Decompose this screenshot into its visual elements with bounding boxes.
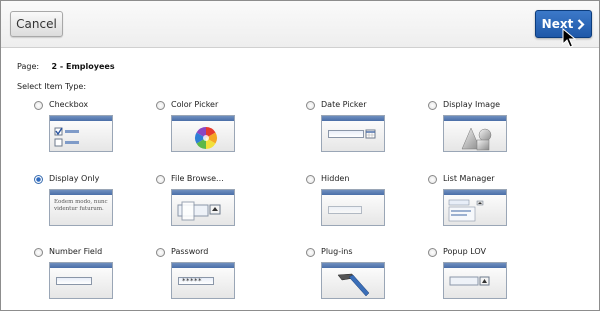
radio-list-manager[interactable] <box>428 175 437 184</box>
item-number-field[interactable]: Number Field <box>34 247 164 308</box>
item-label[interactable]: List Manager <box>443 174 495 183</box>
item-display-only[interactable]: Display Only Eodem modo, nunc videntur f… <box>34 174 164 235</box>
checkbox-thumbnail-icon <box>49 115 113 152</box>
item-label[interactable]: Checkbox <box>49 100 88 109</box>
list-manager-icon <box>443 189 507 226</box>
file-browse-icon <box>171 189 235 226</box>
radio-checkbox[interactable] <box>34 101 43 110</box>
calendar-icon <box>321 115 385 152</box>
radio-popup-lov[interactable] <box>428 248 437 257</box>
popup-lov-icon <box>443 262 507 299</box>
item-popup-lov[interactable]: Popup LOV <box>428 247 558 308</box>
item-file-browse[interactable]: File Browse... <box>156 174 286 235</box>
number-field-icon <box>49 262 113 299</box>
hidden-field-icon <box>321 189 385 226</box>
image-shapes-icon <box>443 115 507 152</box>
mouse-pointer-icon <box>562 28 576 48</box>
item-checkbox[interactable]: Checkbox <box>34 100 164 161</box>
item-hidden[interactable]: Hidden <box>306 174 436 235</box>
preview-text: Eodem modo, nunc videntur futurum. <box>54 199 108 212</box>
radio-hidden[interactable] <box>306 175 315 184</box>
item-label[interactable]: Popup LOV <box>443 247 486 256</box>
radio-display-only[interactable] <box>34 175 43 184</box>
select-item-type-label: Select Item Type: <box>17 82 87 91</box>
page-value: 2 - Employees <box>51 62 115 71</box>
hammer-icon <box>321 262 385 299</box>
radio-color-picker[interactable] <box>156 101 165 110</box>
item-label[interactable]: Display Image <box>443 100 500 109</box>
radio-plug-ins[interactable] <box>306 248 315 257</box>
item-label[interactable]: File Browse... <box>171 174 224 183</box>
radio-number-field[interactable] <box>34 248 43 257</box>
item-label[interactable]: Display Only <box>49 174 99 183</box>
cancel-button[interactable]: Cancel <box>10 11 63 37</box>
item-date-picker[interactable]: Date Picker <box>306 100 436 161</box>
page-label: Page: <box>17 62 40 71</box>
item-password[interactable]: Password ***** <box>156 247 286 308</box>
item-label[interactable]: Plug-ins <box>321 247 353 256</box>
masked-password: ***** <box>178 277 214 285</box>
radio-date-picker[interactable] <box>306 101 315 110</box>
item-plug-ins[interactable]: Plug-ins <box>306 247 436 308</box>
radio-file-browse[interactable] <box>156 175 165 184</box>
page-info: Page: 2 - Employees <box>17 62 115 71</box>
radio-password[interactable] <box>156 248 165 257</box>
item-color-picker[interactable]: Color Picker <box>156 100 286 161</box>
wizard-frame: Cancel Next Page: 2 - Employees Select I… <box>0 0 600 311</box>
chevron-right-icon <box>578 18 585 30</box>
item-label[interactable]: Color Picker <box>171 100 218 109</box>
item-display-image[interactable]: Display Image <box>428 100 558 161</box>
item-label[interactable]: Date Picker <box>321 100 367 109</box>
wizard-toolbar: Cancel Next <box>1 1 599 48</box>
item-label[interactable]: Number Field <box>49 247 102 256</box>
item-label[interactable]: Password <box>171 247 208 256</box>
color-wheel-icon <box>171 115 235 152</box>
item-label[interactable]: Hidden <box>321 174 349 183</box>
text-preview-icon: Eodem modo, nunc videntur futurum. <box>49 189 113 226</box>
item-list-manager[interactable]: List Manager <box>428 174 558 235</box>
password-field-icon: ***** <box>171 262 235 299</box>
radio-display-image[interactable] <box>428 101 437 110</box>
